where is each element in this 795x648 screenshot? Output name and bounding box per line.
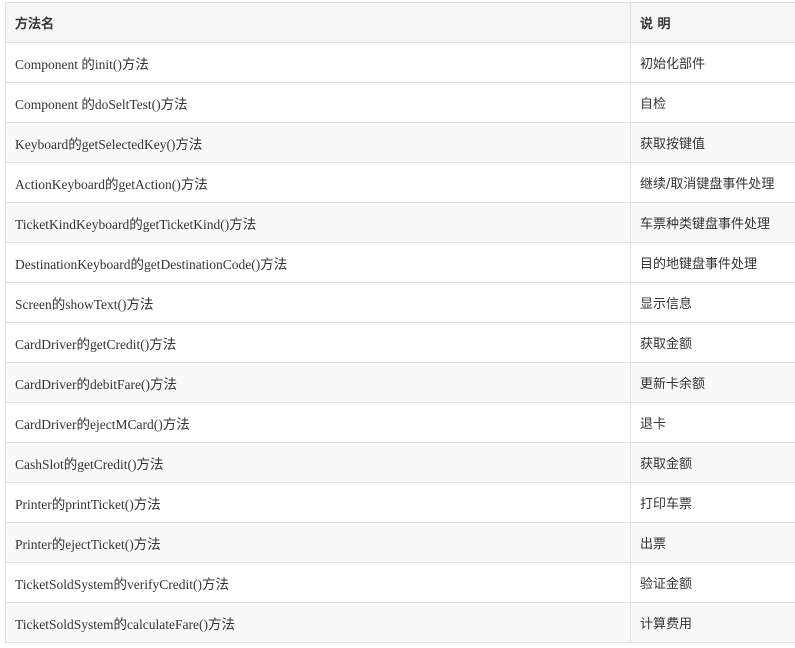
table-row: CardDriver的debitFare()方法 更新卡余额 <box>5 362 795 403</box>
table-row: Printer的printTicket()方法 打印车票 <box>5 482 795 523</box>
description-cell: 出票 <box>630 522 795 563</box>
method-cell: Component 的init()方法 <box>5 42 631 83</box>
method-cell: CashSlot的getCredit()方法 <box>5 442 631 483</box>
table-row: Component 的init()方法 初始化部件 <box>5 42 795 83</box>
description-cell: 显示信息 <box>630 282 795 323</box>
method-table: 方法名 说 明 Component 的init()方法 初始化部件 Compon… <box>5 2 795 643</box>
table-row: DestinationKeyboard的getDestinationCode()… <box>5 242 795 283</box>
table-row: CardDriver的getCredit()方法 获取金额 <box>5 322 795 363</box>
table-row: Printer的ejectTicket()方法 出票 <box>5 522 795 563</box>
description-cell: 自检 <box>630 82 795 123</box>
description-cell: 目的地键盘事件处理 <box>630 242 795 283</box>
method-cell: DestinationKeyboard的getDestinationCode()… <box>5 242 631 283</box>
method-cell: Keyboard的getSelectedKey()方法 <box>5 122 631 163</box>
method-cell: TicketSoldSystem的verifyCredit()方法 <box>5 562 631 603</box>
description-cell: 更新卡余额 <box>630 362 795 403</box>
description-cell: 车票种类键盘事件处理 <box>630 202 795 243</box>
method-cell: CardDriver的debitFare()方法 <box>5 362 631 403</box>
table-row: CardDriver的ejectMCard()方法 退卡 <box>5 402 795 443</box>
method-cell: Component 的doSeltTest()方法 <box>5 82 631 123</box>
description-cell: 验证金额 <box>630 562 795 603</box>
description-cell: 获取金额 <box>630 322 795 363</box>
table-header-row: 方法名 说 明 <box>5 2 795 43</box>
table-row: ActionKeyboard的getAction()方法 继续/取消键盘事件处理 <box>5 162 795 203</box>
table-row: CashSlot的getCredit()方法 获取金额 <box>5 442 795 483</box>
description-cell: 打印车票 <box>630 482 795 523</box>
description-cell: 继续/取消键盘事件处理 <box>630 162 795 203</box>
header-description: 说 明 <box>630 2 795 43</box>
header-method-name: 方法名 <box>5 2 631 43</box>
description-cell: 退卡 <box>630 402 795 443</box>
description-cell: 获取按键值 <box>630 122 795 163</box>
method-cell: Printer的printTicket()方法 <box>5 482 631 523</box>
method-cell: CardDriver的ejectMCard()方法 <box>5 402 631 443</box>
table-row: TicketKindKeyboard的getTicketKind()方法 车票种… <box>5 202 795 243</box>
table-row: TicketSoldSystem的verifyCredit()方法 验证金额 <box>5 562 795 603</box>
table-row: TicketSoldSystem的calculateFare()方法 计算费用 <box>5 602 795 643</box>
method-cell: Printer的ejectTicket()方法 <box>5 522 631 563</box>
method-cell: CardDriver的getCredit()方法 <box>5 322 631 363</box>
method-cell: TicketSoldSystem的calculateFare()方法 <box>5 602 631 643</box>
method-cell: Screen的showText()方法 <box>5 282 631 323</box>
description-cell: 计算费用 <box>630 602 795 643</box>
table-row: Keyboard的getSelectedKey()方法 获取按键值 <box>5 122 795 163</box>
method-table-container: 方法名 说 明 Component 的init()方法 初始化部件 Compon… <box>5 2 795 643</box>
description-cell: 获取金额 <box>630 442 795 483</box>
method-cell: TicketKindKeyboard的getTicketKind()方法 <box>5 202 631 243</box>
table-row: Screen的showText()方法 显示信息 <box>5 282 795 323</box>
description-cell: 初始化部件 <box>630 42 795 83</box>
method-cell: ActionKeyboard的getAction()方法 <box>5 162 631 203</box>
table-row: Component 的doSeltTest()方法 自检 <box>5 82 795 123</box>
